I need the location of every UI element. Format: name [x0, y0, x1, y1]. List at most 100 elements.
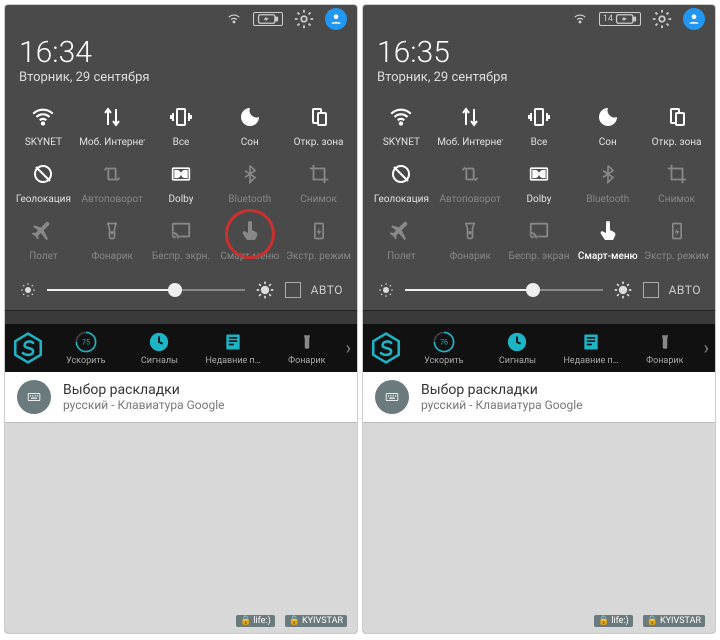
- phone-left: 16:34Вторник, 29 сентябряSKYNETМоб. Инте…: [4, 4, 358, 634]
- qs-tile-saver[interactable]: Экстр. режим: [284, 217, 353, 262]
- quick-settings-grid: SKYNETМоб. Интернет Все zСонОткр. зона Геол…: [5, 95, 357, 268]
- notification-title: Выбор раскладки: [63, 382, 224, 398]
- auto-brightness-checkbox[interactable]: [643, 282, 659, 298]
- airplane-icon: [29, 217, 57, 245]
- qs-tile-rotate[interactable]: Автоповорот: [436, 160, 505, 205]
- profile-avatar[interactable]: [683, 8, 705, 30]
- crop-icon: [663, 160, 691, 188]
- qs-tile-label: Автоповорот: [439, 194, 500, 205]
- qs-tile-location-off[interactable]: Геолокация: [367, 160, 436, 205]
- sec-tile-recent[interactable]: Недавние п…: [198, 330, 268, 366]
- qs-tile-label: Откр. зона: [652, 137, 702, 148]
- torch-icon: [98, 217, 126, 245]
- tab-pill[interactable]: 🔒 KYIVSTAR: [643, 615, 705, 627]
- sec-tile-torch-bar[interactable]: Фонарик: [272, 330, 342, 366]
- sec-tile-torch-bar[interactable]: Фонарик: [630, 330, 700, 366]
- gear-icon[interactable]: [293, 8, 315, 30]
- qs-tile-label: Снимок: [300, 194, 337, 205]
- svg-text:75: 75: [82, 337, 90, 346]
- touch-icon: [594, 217, 622, 245]
- qs-tile-bluetooth[interactable]: Bluetooth: [215, 160, 284, 205]
- qs-tile-location-off[interactable]: Геолокация: [9, 160, 78, 205]
- qs-tile-wifi[interactable]: SKYNET: [367, 103, 436, 148]
- notification-card[interactable]: Выбор раскладкирусский - Клавиатура Goog…: [5, 372, 357, 422]
- qs-tile-airplane[interactable]: Полет: [367, 217, 436, 262]
- tab-pill[interactable]: 🔒 life:): [236, 615, 275, 627]
- battery-indicator: 14: [599, 12, 641, 26]
- chevron-right-icon[interactable]: ›: [346, 338, 351, 359]
- sec-tile-label: Сигналы: [141, 356, 178, 366]
- date-text: Вторник, 29 сентября: [19, 70, 343, 85]
- qs-tile-touch[interactable]: Смарт-меню: [573, 217, 642, 262]
- gear-icon[interactable]: [651, 8, 673, 30]
- brightness-slider[interactable]: [405, 289, 603, 291]
- qs-tile-airplane[interactable]: Полет: [9, 217, 78, 262]
- qs-tile-label: Все: [531, 137, 548, 148]
- cast-icon: [525, 217, 553, 245]
- qs-tile-vibrate[interactable]: Все: [505, 103, 574, 148]
- vibrate-icon: [525, 103, 553, 131]
- qs-tile-cast[interactable]: Беспр. экран: [505, 217, 574, 262]
- security-app-bar[interactable]: 76УскоритьСигналыНедавние п…Фонарик›: [363, 324, 715, 372]
- dolby-icon: [167, 160, 195, 188]
- torch-icon: [456, 217, 484, 245]
- sleep-icon: z: [236, 103, 264, 131]
- qs-tile-touch[interactable]: Смарт-меню: [215, 217, 284, 262]
- qs-tile-dolby[interactable]: Dolby: [147, 160, 216, 205]
- sec-tile-boost[interactable]: 75 Ускорить: [51, 330, 121, 366]
- qs-tile-label: Геолокация: [16, 194, 71, 205]
- tab-pill[interactable]: 🔒 life:): [594, 615, 633, 627]
- sec-tile-boost[interactable]: 76Ускорить: [409, 330, 479, 366]
- time-text: 16:35: [377, 35, 701, 70]
- sec-tile-clock[interactable]: Сигналы: [483, 330, 553, 366]
- qs-tile-vibrate[interactable]: Все: [147, 103, 216, 148]
- qs-tile-crop[interactable]: Снимок: [284, 160, 353, 205]
- qs-tile-cast[interactable]: Беспр. экрн.: [147, 217, 216, 262]
- rotate-icon: [98, 160, 126, 188]
- sec-tile-recent[interactable]: Недавние п…: [556, 330, 626, 366]
- qs-tile-label: Dolby: [168, 194, 193, 205]
- security-logo-icon: [369, 331, 403, 365]
- profile-avatar[interactable]: [325, 8, 347, 30]
- sun-high-icon: [613, 280, 633, 300]
- notification-subtitle: русский - Клавиатура Google: [421, 398, 582, 412]
- qs-tile-wifi[interactable]: SKYNET: [9, 103, 78, 148]
- saver-icon: [305, 217, 333, 245]
- browser-tab-bar: 🔒 life:) 🔒 KYIVSTAR: [363, 422, 715, 633]
- qs-tile-dolby[interactable]: Dolby: [505, 160, 574, 205]
- sec-tile-label: Ускорить: [66, 356, 105, 366]
- qs-tile-sleep[interactable]: zСон: [573, 103, 642, 148]
- qs-tile-label: Беспр. экрн.: [152, 251, 210, 262]
- qs-tile-torch[interactable]: Фонарик: [78, 217, 147, 262]
- qs-tile-label: Все: [173, 137, 190, 148]
- rotate-icon: [456, 160, 484, 188]
- chevron-right-icon[interactable]: ›: [704, 338, 709, 359]
- qs-tile-data[interactable]: Моб. Интернет: [436, 103, 505, 148]
- keyboard-hint-row: [363, 310, 715, 324]
- wifi-icon: [225, 12, 243, 26]
- sec-tile-clock[interactable]: Сигналы: [125, 330, 195, 366]
- qs-tile-torch[interactable]: Фонарик: [436, 217, 505, 262]
- qs-tile-crop[interactable]: Снимок: [642, 160, 711, 205]
- qs-tile-hotspot[interactable]: Откр. зона: [642, 103, 711, 148]
- qs-tile-saver[interactable]: Экстр. режим: [642, 217, 711, 262]
- status-bar: 14: [363, 5, 715, 33]
- qs-tile-rotate[interactable]: Автоповорот: [78, 160, 147, 205]
- tab-pill[interactable]: 🔒 KYIVSTAR: [285, 615, 347, 627]
- qs-tile-hotspot[interactable]: Откр. зона: [284, 103, 353, 148]
- brightness-slider[interactable]: [47, 289, 245, 291]
- security-app-bar[interactable]: 75 Ускорить Сигналы Недавние п…Фонарик›: [5, 324, 357, 372]
- svg-text:76: 76: [440, 337, 448, 346]
- notification-card[interactable]: Выбор раскладкирусский - Клавиатура Goog…: [363, 372, 715, 422]
- qs-tile-bluetooth[interactable]: Bluetooth: [573, 160, 642, 205]
- touch-icon: [236, 217, 264, 245]
- bluetooth-icon: [236, 160, 264, 188]
- brightness-row: АВТО: [5, 268, 357, 310]
- qs-tile-sleep[interactable]: zСон: [215, 103, 284, 148]
- wifi-icon: [571, 12, 589, 26]
- auto-brightness-checkbox[interactable]: [285, 282, 301, 298]
- qs-tile-label: Смарт-меню: [220, 251, 279, 262]
- qs-tile-label: Геолокация: [374, 194, 429, 205]
- clock-block: 16:35Вторник, 29 сентября: [363, 33, 715, 95]
- qs-tile-data[interactable]: Моб. Интернет: [78, 103, 147, 148]
